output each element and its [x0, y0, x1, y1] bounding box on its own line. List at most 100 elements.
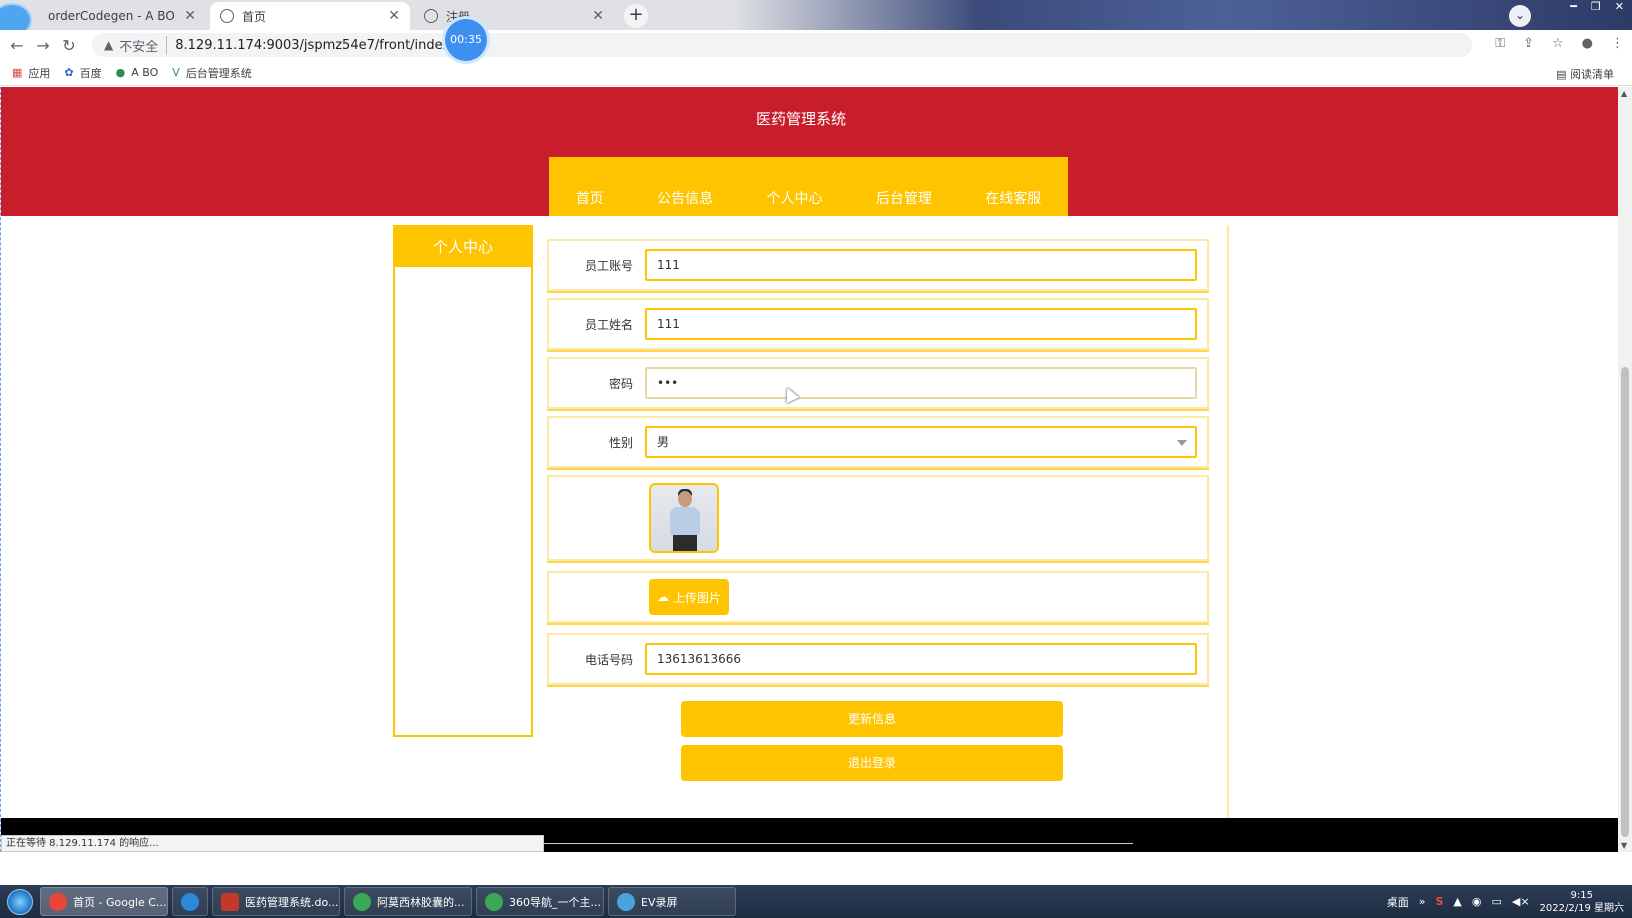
tab-home[interactable]: 首页 ✕: [210, 2, 410, 30]
bookmark-label: 百度: [79, 66, 102, 80]
menu-kebab-icon[interactable]: ⋮: [1611, 36, 1624, 51]
dropdown-arrow-icon: [1177, 440, 1187, 446]
recording-timer: 00:35: [445, 19, 487, 61]
gender-select[interactable]: 男: [645, 426, 1197, 458]
desktop-label[interactable]: 桌面: [1387, 894, 1409, 910]
chrome-icon: [49, 892, 67, 911]
taskbar-chrome[interactable]: 首页 - Google C...: [40, 887, 168, 916]
close-window-icon[interactable]: ✕: [1615, 0, 1624, 13]
page-viewport: 医药管理系统 首页 公告信息 个人中心 后台管理 在线客服 个人中心 员工账号 …: [0, 87, 1618, 852]
tab-search-chevron-icon[interactable]: ⌄: [1509, 5, 1531, 27]
tab-ordercodegen[interactable]: orderCodegen - A BO ✕: [24, 2, 206, 30]
bookmark-admin[interactable]: V 后台管理系统: [172, 65, 252, 81]
tab-close-icon[interactable]: ✕: [184, 8, 196, 24]
system-tray: 桌面 » S ▲ ◉ ▭ ◀× 9:15 2022/2/19 星期六: [1387, 885, 1624, 918]
upload-image-button[interactable]: ☁ 上传图片: [649, 579, 730, 615]
maximize-icon[interactable]: ❐: [1591, 0, 1601, 13]
update-info-button[interactable]: 更新信息: [681, 701, 1063, 737]
minimize-icon[interactable]: ━: [1570, 0, 1577, 13]
player-icon: [181, 892, 199, 911]
sidebar: 个人中心: [393, 225, 533, 737]
nav-item-home[interactable]: 首页: [576, 188, 604, 208]
taskbar-label: 阿莫西林胶囊的...: [377, 895, 465, 909]
account-label: 员工账号: [584, 258, 633, 273]
globe-icon: [424, 9, 438, 23]
share-icon[interactable]: ⇪: [1523, 36, 1534, 51]
reading-list-icon: ▤: [1556, 68, 1570, 81]
password-input[interactable]: •••: [645, 367, 1197, 399]
nav-item-notices[interactable]: 公告信息: [657, 188, 713, 208]
phone-input[interactable]: 13613613666: [645, 643, 1197, 675]
bookmark-abo[interactable]: ● A BO: [116, 66, 159, 79]
page-scrollbar[interactable]: ▲ ▼: [1618, 87, 1632, 852]
taskbar-ev-recorder[interactable]: EV录屏: [608, 887, 736, 916]
warning-icon: ▲: [104, 38, 114, 52]
gender-label: 性别: [608, 435, 633, 450]
bookmark-baidu[interactable]: ✿ 百度: [64, 65, 101, 81]
scroll-thumb[interactable]: [1621, 367, 1629, 837]
tray-arrow-icon[interactable]: ▲: [1453, 895, 1461, 908]
tab-title: orderCodegen - A BO: [48, 9, 175, 23]
profile-icon[interactable]: ●: [1582, 36, 1593, 51]
taskbar-360-browser-2[interactable]: 360导航_一个主...: [476, 887, 604, 916]
start-button[interactable]: [0, 885, 40, 918]
form-row-password: 密码 •••: [547, 357, 1209, 409]
browser-tabstrip: orderCodegen - A BO ✕ 首页 ✕ 注册 ✕ + ⌄ ━ ❐ …: [0, 0, 1632, 37]
reading-list-label: 阅读清单: [1570, 68, 1614, 81]
expand-toolbar-icon[interactable]: »: [1419, 895, 1426, 908]
taskbar-word-doc[interactable]: 医药管理系统.do...: [212, 887, 340, 916]
url-omnibox[interactable]: ▲ 不安全 8.129.11.174:9003/jspmz54e7/front/…: [92, 33, 1472, 57]
scroll-down-icon[interactable]: ▼: [1621, 841, 1627, 850]
password-label: 密码: [608, 376, 633, 391]
browser-360-icon: [353, 892, 371, 911]
address-bar-actions: ⚿ ⇪ ☆ ● ⋮: [1495, 36, 1624, 51]
taskbar-player[interactable]: [172, 887, 208, 916]
word-doc-icon: [221, 892, 239, 911]
nav-item-admin[interactable]: 后台管理: [876, 188, 932, 208]
clock-date: 2022/2/19 星期六: [1539, 902, 1624, 914]
avatar-image: [649, 483, 719, 553]
reload-icon[interactable]: ↻: [56, 36, 82, 55]
bookmark-apps[interactable]: ▦ 应用: [12, 65, 50, 81]
address-bar: ← → ↻ ▲ 不安全 8.129.11.174:9003/jspmz54e7/…: [0, 30, 1632, 60]
nav-item-personal-center[interactable]: 个人中心: [766, 188, 822, 208]
taskbar-label: 首页 - Google C...: [73, 895, 167, 909]
account-input[interactable]: 111: [645, 249, 1197, 281]
windows-taskbar: 首页 - Google C... 医药管理系统.do... 阿莫西林胶囊的...…: [0, 885, 1632, 918]
nav-item-online-service[interactable]: 在线客服: [985, 188, 1041, 208]
form-row-phone: 电话号码 13613613666: [547, 633, 1209, 685]
sidebar-title[interactable]: 个人中心: [395, 227, 531, 267]
taskbar-360-browser-1[interactable]: 阿莫西林胶囊的...: [344, 887, 472, 916]
logout-button[interactable]: 退出登录: [681, 745, 1063, 781]
apps-icon: ▦: [12, 66, 23, 79]
scroll-up-icon[interactable]: ▲: [1621, 89, 1627, 98]
forward-icon[interactable]: →: [30, 36, 56, 55]
form-row-account: 员工账号 111: [547, 239, 1209, 291]
footer-divider: [541, 843, 1133, 844]
taskbar-label: 医药管理系统.do...: [245, 895, 339, 909]
browser-360-icon: [485, 892, 503, 911]
system-clock[interactable]: 9:15 2022/2/19 星期六: [1540, 889, 1624, 915]
gender-value: 男: [657, 435, 670, 449]
name-input[interactable]: 111: [645, 308, 1197, 340]
new-tab-button[interactable]: +: [624, 4, 648, 28]
clock-time: 9:15: [1570, 889, 1593, 901]
star-icon[interactable]: ☆: [1552, 36, 1564, 51]
cloud-upload-icon: ☁: [657, 590, 669, 604]
reading-list[interactable]: ▤ 阅读清单: [1556, 66, 1614, 82]
bookmark-label: 应用: [28, 66, 51, 80]
back-icon[interactable]: ←: [4, 36, 30, 55]
tab-register[interactable]: 注册 ✕: [414, 2, 614, 30]
name-label: 员工姓名: [584, 317, 633, 332]
security-label[interactable]: 不安全: [119, 35, 168, 55]
tab-close-icon[interactable]: ✕: [592, 8, 604, 24]
form-row-gender: 性别 男: [547, 416, 1209, 468]
globe-icon: [220, 9, 234, 23]
tab-close-icon[interactable]: ✕: [388, 8, 400, 24]
sogou-ime-icon[interactable]: S: [1435, 895, 1443, 908]
qq-icon[interactable]: ◉: [1472, 895, 1482, 908]
url-text[interactable]: 8.129.11.174:9003/jspmz54e7/front/index.…: [175, 38, 473, 53]
network-icon[interactable]: ▭: [1491, 895, 1501, 908]
volume-muted-icon[interactable]: ◀×: [1512, 895, 1530, 908]
key-icon[interactable]: ⚿: [1495, 36, 1505, 51]
